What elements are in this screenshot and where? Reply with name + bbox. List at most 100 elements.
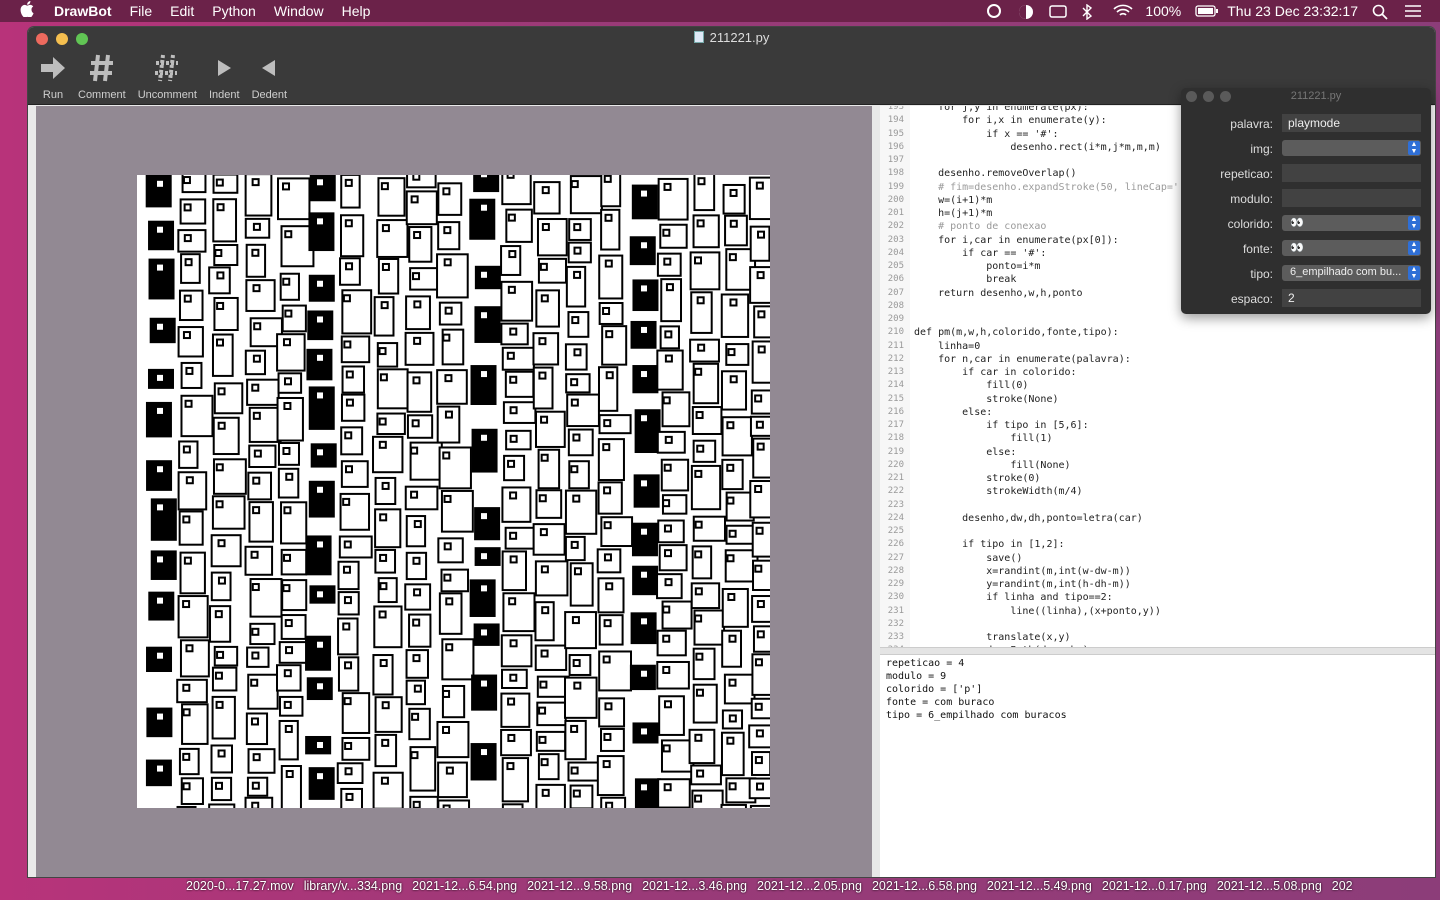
glyph-block bbox=[633, 474, 660, 508]
glyph-hole bbox=[217, 539, 226, 548]
desktop-file-label[interactable]: library/v...334.png bbox=[304, 879, 402, 893]
comment-button[interactable]: Comment bbox=[72, 53, 132, 101]
code-line[interactable]: 212 for n,car in enumerate(palavra): bbox=[880, 353, 1435, 366]
indent-button[interactable]: Indent bbox=[203, 53, 246, 101]
code-line[interactable]: 224 desenho,dw,dh,ponto=letra(car) bbox=[880, 512, 1435, 525]
battery-icon[interactable] bbox=[1195, 4, 1219, 18]
code-line[interactable]: 221 stroke(0) bbox=[880, 472, 1435, 485]
code-line[interactable]: 214 fill(0) bbox=[880, 379, 1435, 392]
glyph-hole bbox=[509, 375, 518, 384]
control-center-icon[interactable] bbox=[1404, 4, 1422, 18]
dedent-button[interactable]: Dedent bbox=[246, 53, 293, 101]
fonte-select[interactable]: 👀 ▲ ▼ bbox=[1282, 240, 1421, 256]
arrow-right-icon bbox=[41, 57, 65, 79]
colorido-select[interactable]: 👀 ▲ ▼ bbox=[1282, 215, 1421, 231]
code-line[interactable]: 220 fill(None) bbox=[880, 459, 1435, 472]
desktop-file-label[interactable]: 2021-12...6.54.png bbox=[412, 879, 517, 893]
glyph-hole bbox=[664, 330, 673, 339]
desktop-file-label[interactable]: 2021-12...9.58.png bbox=[527, 879, 632, 893]
menu-python[interactable]: Python bbox=[212, 3, 256, 19]
glyph-hole bbox=[602, 655, 611, 664]
code-line[interactable]: 222 strokeWidth(m/4) bbox=[880, 485, 1435, 498]
horizontal-splitter[interactable] bbox=[880, 647, 1435, 655]
apple-icon[interactable] bbox=[20, 1, 40, 21]
code-line[interactable]: 226 if tipo in [1,2]: bbox=[880, 538, 1435, 551]
panel-minimize-button[interactable] bbox=[1203, 91, 1214, 102]
vertical-splitter[interactable] bbox=[872, 106, 880, 877]
code-line[interactable]: 211 linha=0 bbox=[880, 340, 1435, 353]
code-line[interactable]: 233 translate(x,y) bbox=[880, 631, 1435, 644]
menu-app[interactable]: DrawBot bbox=[54, 3, 112, 19]
modulo-slider[interactable] bbox=[1282, 189, 1421, 207]
palavra-input[interactable]: playmode bbox=[1282, 114, 1421, 132]
code-line[interactable]: 228 x=randint(m,int(w-dw-m)) bbox=[880, 565, 1435, 578]
desktop-file-label[interactable]: 2021-12...6.58.png bbox=[872, 879, 977, 893]
glyph-block bbox=[503, 454, 526, 482]
menu-file[interactable]: File bbox=[130, 3, 153, 19]
line-number: 233 bbox=[887, 632, 904, 642]
desktop-file-label[interactable]: 2021-12...5.08.png bbox=[1217, 879, 1322, 893]
glyph-hole bbox=[663, 463, 672, 472]
glyph-hole bbox=[157, 226, 163, 233]
glyph-block bbox=[634, 778, 661, 808]
glyph-hole bbox=[412, 272, 421, 281]
glyph-hole bbox=[662, 228, 671, 237]
glyph-block bbox=[564, 489, 598, 535]
code-line[interactable]: 216 else: bbox=[880, 406, 1435, 419]
code-line[interactable]: 229 y=randint(m,int(h-dh-m)) bbox=[880, 578, 1435, 591]
night-shift-icon[interactable] bbox=[1017, 4, 1035, 19]
img-select[interactable]: ▲ ▼ bbox=[1282, 140, 1421, 156]
desktop-file-label[interactable]: 2020-0...17.27.mov bbox=[186, 879, 294, 893]
code-line[interactable]: 218 fill(1) bbox=[880, 432, 1435, 445]
repeticao-slider[interactable] bbox=[1282, 164, 1421, 182]
uncomment-button[interactable]: Uncomment bbox=[132, 53, 203, 101]
desktop-file-label[interactable]: 2021-12...0.17.png bbox=[1102, 879, 1207, 893]
code-line[interactable]: 217 if tipo in [5,6]: bbox=[880, 419, 1435, 432]
glyph-block bbox=[534, 560, 569, 597]
code-line[interactable]: 232 bbox=[880, 618, 1435, 631]
code-line[interactable]: 219 else: bbox=[880, 446, 1435, 459]
panel-close-button[interactable] bbox=[1186, 91, 1197, 102]
glyph-hole bbox=[410, 751, 419, 760]
code-text: h=(j+1)*m bbox=[914, 208, 993, 219]
creative-cloud-icon[interactable] bbox=[985, 4, 1003, 18]
code-line[interactable]: 209 bbox=[880, 313, 1435, 326]
code-line[interactable]: 215 stroke(None) bbox=[880, 393, 1435, 406]
tipo-select[interactable]: 6_empilhado com bu... ▲ ▼ bbox=[1282, 265, 1421, 281]
code-line[interactable]: 213 if car in colorido: bbox=[880, 366, 1435, 379]
glyph-hole bbox=[283, 553, 292, 562]
code-line[interactable]: 231 line((linha),(x+ponto,y)) bbox=[880, 605, 1435, 618]
glyph-block bbox=[180, 361, 203, 389]
panel-zoom-button[interactable] bbox=[1220, 91, 1231, 102]
glyph-hole bbox=[571, 316, 580, 325]
tipo-label: tipo: bbox=[1250, 267, 1273, 281]
desktop-file-label[interactable]: 2021-12...2.05.png bbox=[757, 879, 862, 893]
wifi-icon[interactable] bbox=[1113, 4, 1133, 18]
desktop-file-label[interactable]: 2021-12...5.49.png bbox=[987, 879, 1092, 893]
code-line[interactable]: 230 if linha and tipo==2: bbox=[880, 591, 1435, 604]
canvas-pane[interactable] bbox=[36, 106, 872, 877]
desktop-file-label[interactable]: 202 bbox=[1332, 879, 1353, 893]
bluetooth-icon[interactable] bbox=[1081, 3, 1099, 21]
code-line[interactable]: 210 def pm(m,w,h,colorido,fonte,tipo): bbox=[880, 326, 1435, 339]
menu-edit[interactable]: Edit bbox=[170, 3, 194, 19]
code-text: x=randint(m,int(w-dw-m)) bbox=[914, 565, 1131, 577]
glyph-hole bbox=[217, 576, 226, 585]
glyph-hole bbox=[317, 591, 323, 598]
line-number: 201 bbox=[887, 208, 904, 218]
desktop-file-label[interactable]: 2021-12...3.46.png bbox=[642, 879, 747, 893]
glyph-hole bbox=[412, 556, 421, 565]
code-line[interactable]: 225 bbox=[880, 525, 1435, 538]
menu-window[interactable]: Window bbox=[274, 3, 324, 19]
search-icon[interactable] bbox=[1372, 4, 1390, 20]
clock[interactable]: Thu 23 Dec 23:32:17 bbox=[1227, 3, 1358, 19]
keyboard-icon[interactable] bbox=[1049, 4, 1068, 18]
fonte-label: fonte: bbox=[1242, 242, 1273, 256]
code-line[interactable]: 223 bbox=[880, 499, 1435, 512]
glyph-hole bbox=[540, 294, 549, 303]
code-line[interactable]: 227 save() bbox=[880, 552, 1435, 565]
espaco-input[interactable]: 2 bbox=[1282, 289, 1421, 307]
battery-percent[interactable]: 100% bbox=[1145, 3, 1181, 19]
run-button[interactable]: Run bbox=[34, 53, 72, 101]
menu-help[interactable]: Help bbox=[342, 3, 371, 19]
